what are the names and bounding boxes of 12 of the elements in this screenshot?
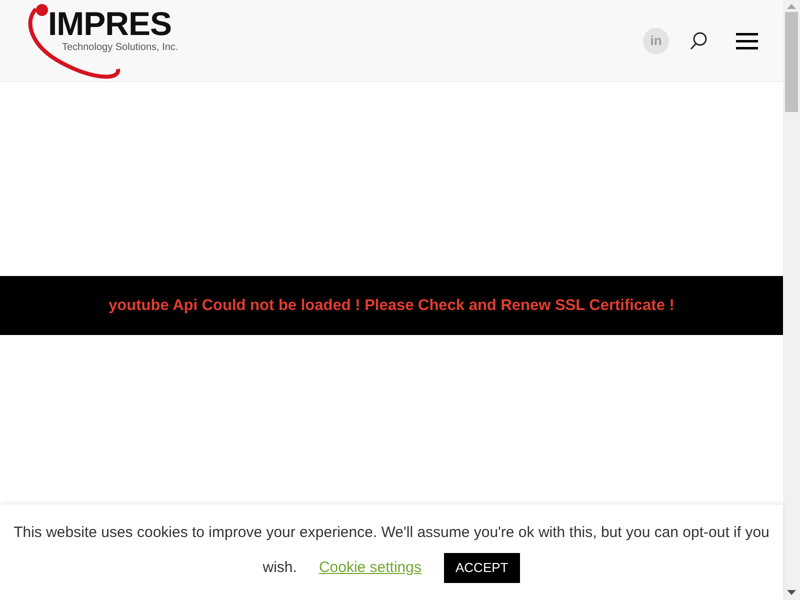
logo[interactable]: IMPRES Technology Solutions, Inc. bbox=[22, 0, 187, 80]
logo-tagline: Technology Solutions, Inc. bbox=[62, 40, 178, 54]
scroll-down-icon[interactable] bbox=[787, 590, 796, 596]
scrollbar-thumb[interactable] bbox=[785, 12, 798, 112]
search-icon[interactable] bbox=[689, 30, 709, 50]
cookie-message: wish. bbox=[262, 559, 297, 576]
accept-button[interactable]: ACCEPT bbox=[444, 553, 520, 583]
error-message: youtube Api Could not be loaded ! Please Check and Renew SSL Certificate ! bbox=[108, 296, 674, 316]
logo-name: IMPRES bbox=[48, 6, 172, 40]
scrollbar[interactable] bbox=[783, 0, 800, 600]
menu-icon[interactable] bbox=[735, 32, 759, 50]
cookie-message: This website uses cookies to improve your experience. We'll assume you're ok with this, but you can opt-out if you bbox=[14, 524, 770, 541]
